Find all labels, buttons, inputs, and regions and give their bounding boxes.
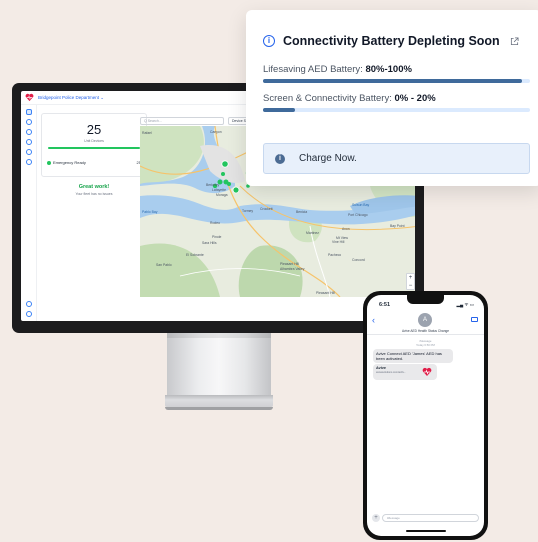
- avive-heart-logo: [422, 367, 432, 376]
- aed-battery-row: Lifesaving AED Battery: 80%-100%: [263, 64, 412, 75]
- map-label: Rafael: [142, 131, 152, 135]
- map-label: Martinez: [306, 231, 319, 235]
- status-time: 6:51: [379, 302, 391, 308]
- map-label: Bay Point: [390, 224, 405, 228]
- video-call-icon[interactable]: [471, 317, 478, 322]
- home-indicator: [406, 530, 446, 532]
- connectivity-battery-label: Screen & Connectivity Battery:: [263, 93, 392, 104]
- connectivity-battery-bar: [263, 108, 530, 112]
- message-input[interactable]: iMessage: [382, 514, 479, 522]
- fleet-ready-bar: [48, 147, 140, 149]
- charge-now-text: Charge Now.: [299, 153, 357, 164]
- connectivity-battery-row: Screen & Connectivity Battery: 0% - 20%: [263, 93, 436, 104]
- left-nav-rail: [21, 105, 37, 321]
- great-work-title: Great work!: [78, 184, 110, 190]
- map-label: Pleasant Hill: [316, 291, 335, 295]
- map-label: Pacheco: [328, 253, 341, 257]
- map-label: Moraga: [216, 193, 228, 197]
- info-icon: i: [275, 153, 285, 164]
- ready-label: Emergency Ready: [53, 160, 86, 165]
- map-label: Rodeo: [210, 221, 220, 225]
- map-label: Suisun Bay: [352, 203, 369, 207]
- zoom-in-button[interactable]: +: [407, 274, 414, 282]
- charge-now-banner[interactable]: i Charge Now.: [263, 143, 530, 174]
- connectivity-battery-fill: [263, 108, 296, 112]
- phone: 6:51 ▂▄ ᯤ ▭ ‹ A Avive AED Health Status …: [363, 291, 488, 540]
- map-label: San Pablo: [156, 263, 172, 267]
- status-icons: ▂▄ ᯤ ▭: [456, 302, 474, 307]
- contact-name[interactable]: Avive AED Health Status Change: [367, 329, 484, 333]
- map-label: Benicia: [296, 210, 307, 214]
- map-zoom-control[interactable]: + −: [406, 273, 415, 290]
- messages-screen: 6:51 ▂▄ ᯤ ▭ ‹ A Avive AED Health Status …: [367, 295, 484, 536]
- nav-devices-icon[interactable]: [25, 129, 32, 135]
- zoom-out-button[interactable]: −: [407, 282, 414, 290]
- phone-notch: [407, 295, 444, 304]
- map-label: Pleasant Hill: [280, 262, 299, 266]
- map-label: Canyon: [210, 130, 222, 134]
- map-label: Lafayette: [212, 188, 226, 192]
- aed-battery-fill: [263, 79, 522, 83]
- divider: [367, 334, 484, 335]
- map-label: Pablo Bay: [142, 210, 158, 214]
- external-link-icon[interactable]: [510, 36, 519, 46]
- nav-home-icon[interactable]: [25, 109, 32, 115]
- map-label: Tormey: [242, 209, 253, 213]
- check-icon: [47, 160, 51, 165]
- map-label: Port Chicago: [348, 213, 368, 217]
- back-button[interactable]: ‹: [372, 315, 375, 325]
- alert-header: i Connectivity Battery Depleting Soon: [263, 34, 519, 48]
- monitor-stand-base: [165, 395, 273, 410]
- map-label: Vine Hill: [332, 240, 345, 244]
- info-icon: i: [263, 35, 275, 47]
- map-label: Concord: [352, 258, 365, 262]
- monitor-stand: [167, 333, 271, 395]
- map-label: Crockett: [260, 207, 273, 211]
- map-label: Pinole: [212, 235, 222, 239]
- great-work-subtitle: Your fleet has no issues: [75, 192, 113, 196]
- connectivity-battery-value: 0% - 20%: [394, 93, 436, 104]
- nav-users-icon[interactable]: [25, 139, 32, 145]
- fleet-count: 25: [86, 122, 102, 137]
- link-preview-card[interactable]: Avive avivesolutions.com/activ...: [373, 364, 437, 380]
- thread-meta: iMessage Today 6:50 PM: [367, 339, 484, 347]
- add-attachment-button[interactable]: +: [372, 514, 380, 522]
- ready-row[interactable]: Emergency Ready 25: [47, 160, 141, 165]
- alert-title: Connectivity Battery Depleting Soon: [283, 34, 500, 48]
- org-selector[interactable]: Bridgepoint Police Department ⌄: [38, 95, 104, 101]
- message-bubble[interactable]: Avive Connect AED 'James' AED has been a…: [373, 349, 453, 363]
- map-label: El Sobrante: [186, 253, 204, 257]
- map-label: Avon: [342, 227, 350, 231]
- fleet-label: Unit Devices: [84, 139, 104, 143]
- aed-battery-value: 80%-100%: [365, 64, 412, 75]
- nav-reports-icon[interactable]: [25, 149, 32, 155]
- avive-heart-logo: [25, 93, 34, 102]
- nav-help-icon[interactable]: [25, 301, 32, 307]
- thread-timestamp: Today 6:50 PM: [416, 342, 435, 347]
- map-search-input[interactable]: Q Search...: [140, 117, 224, 125]
- aed-battery-label: Lifesaving AED Battery:: [263, 64, 363, 75]
- battery-alert-card: i Connectivity Battery Depleting Soon Li…: [246, 10, 538, 186]
- aed-battery-bar: [263, 79, 530, 83]
- map-label: Berkeley: [206, 183, 219, 187]
- contact-avatar[interactable]: A: [418, 313, 432, 327]
- nav-location-icon[interactable]: [25, 119, 32, 125]
- nav-cart-icon[interactable]: [25, 311, 32, 317]
- map-label: Alhambra Valley: [280, 267, 305, 271]
- map-label: Sara Hills: [202, 241, 217, 245]
- fleet-status-card: 25 Unit Devices Emergency Ready 25: [41, 113, 147, 177]
- nav-settings-icon[interactable]: [25, 159, 32, 165]
